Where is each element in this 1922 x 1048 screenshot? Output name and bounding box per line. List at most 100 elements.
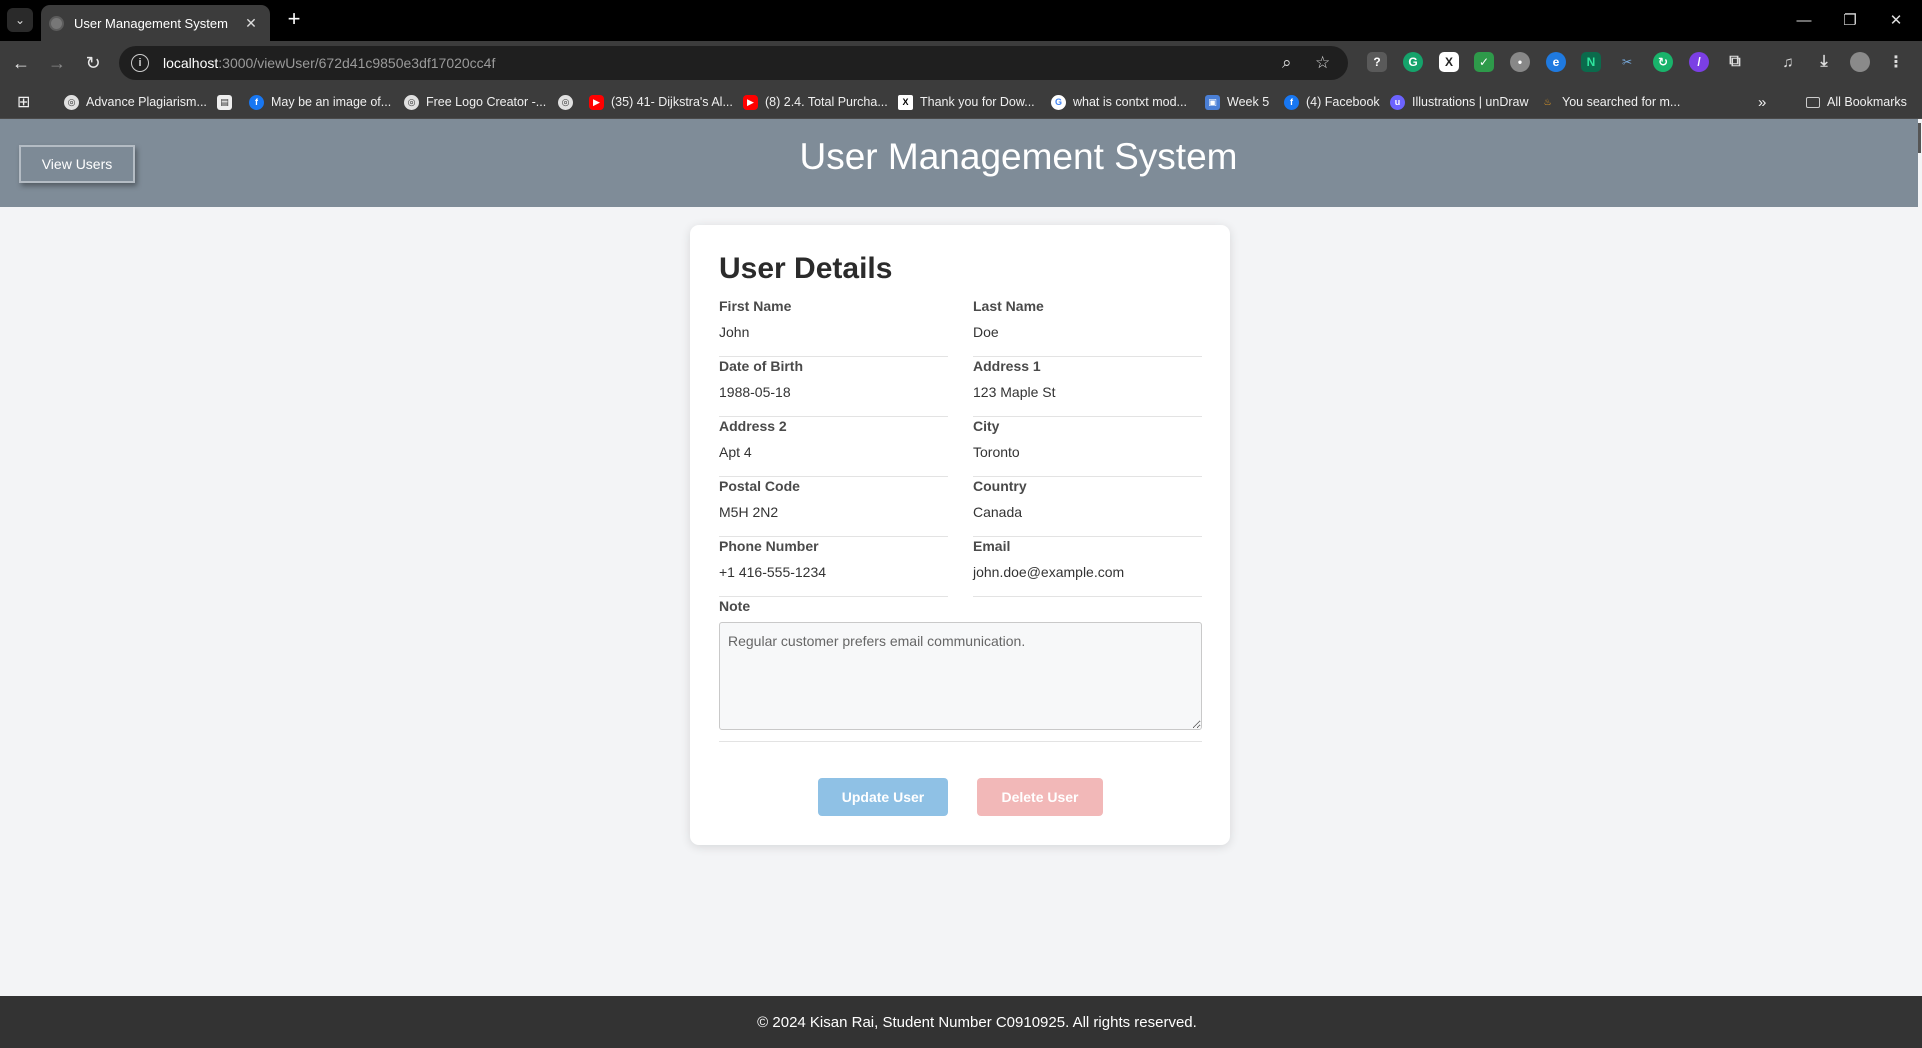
bookmarks-bar: ⊞ ◎ Advance Plagiarism... ▤ f May be an im… — [0, 85, 1922, 119]
field-address-1: Address 1 123 Maple St — [973, 358, 1202, 417]
bookmark-label: Free Logo Creator -... — [426, 95, 547, 109]
bookmark-label: Illustrations | unDraw — [1412, 95, 1529, 109]
download-icon[interactable]: ⤓ — [1814, 52, 1834, 72]
minimize-icon[interactable]: — — [1784, 6, 1824, 34]
field-city: City Toronto — [973, 418, 1202, 477]
field-label: Email — [973, 538, 1011, 554]
field-label: Phone Number — [719, 538, 819, 554]
forward-icon[interactable]: → — [45, 51, 69, 75]
bookmark-item[interactable]: f (4) Facebook — [1284, 92, 1380, 112]
field-label: Country — [973, 478, 1027, 494]
bookmark-item[interactable]: ◎ Advance Plagiarism... — [64, 92, 207, 112]
extension-arrows-icon[interactable]: ✂ — [1617, 52, 1637, 72]
extension-purple-icon[interactable]: / — [1689, 52, 1709, 72]
field-date-of-birth: Date of Birth 1988-05-18 — [719, 358, 948, 417]
extension-circle-icon[interactable]: • — [1510, 52, 1530, 72]
bookmark-item[interactable]: ▶ (8) 2.4. Total Purcha... — [743, 92, 888, 112]
bookmark-label: (4) Facebook — [1306, 95, 1380, 109]
field-value: +1 416-555-1234 — [719, 564, 827, 580]
extension-help-icon[interactable]: ? — [1367, 52, 1387, 72]
note-label: Note — [719, 598, 751, 614]
field-email: Email john.doe@example.com — [973, 538, 1202, 597]
delete-user-button[interactable]: Delete User — [977, 778, 1103, 816]
divider — [719, 741, 1202, 742]
address-bar[interactable]: i localhost:3000/viewUser/672d41c9850e3d… — [119, 46, 1348, 80]
grammarly-icon[interactable]: G — [1403, 52, 1423, 72]
update-user-button[interactable]: Update User — [818, 778, 948, 816]
field-value: Doe — [973, 324, 999, 340]
bookmark-icon: ▤ — [217, 94, 232, 110]
field-postal-code: Postal Code M5H 2N2 — [719, 478, 948, 537]
browser-toolbar: ← → ↻ i localhost:3000/viewUser/672d41c9… — [0, 41, 1922, 85]
browser-menu-icon[interactable]: ⋮ — [1886, 52, 1906, 72]
extension-green-icon[interactable]: ↻ — [1653, 52, 1673, 72]
field-country: Country Canada — [973, 478, 1202, 537]
apps-grid-icon[interactable]: ⊞ — [17, 92, 30, 112]
extension-blue-icon[interactable]: e — [1546, 52, 1566, 72]
field-value: 123 Maple St — [973, 384, 1056, 400]
undraw-icon: u — [1390, 94, 1405, 110]
globe-icon: ◎ — [64, 94, 79, 110]
footer-text: © 2024 Kisan Rai, Student Number C091092… — [757, 1013, 1197, 1031]
facebook-icon: f — [1284, 94, 1299, 110]
field-value: Canada — [973, 504, 1023, 520]
facebook-icon: f — [249, 94, 264, 110]
note-textarea[interactable]: Regular customer prefers email communica… — [719, 622, 1202, 730]
field-value: M5H 2N2 — [719, 504, 779, 520]
active-tab[interactable]: User Management System ✕ — [41, 5, 270, 41]
tab-strip: ⌄ User Management System ✕ + — ❐ ✕ — [0, 0, 1922, 41]
shield-extension-icon[interactable]: ✓ — [1474, 52, 1494, 72]
bookmark-item[interactable]: ▣ Week 5 — [1205, 92, 1269, 112]
bookmark-label: what is contxt mod... — [1073, 95, 1187, 109]
more-bookmarks-icon[interactable]: » — [1758, 92, 1766, 112]
profile-avatar[interactable] — [1850, 52, 1870, 72]
bookmark-item[interactable]: Gwhat is contxt mod... — [1051, 92, 1187, 112]
new-tab-icon[interactable]: + — [281, 8, 307, 32]
bookmark-item[interactable]: ♨ You searched for m... — [1540, 92, 1680, 112]
bookmark-item[interactable]: ◎ — [558, 92, 580, 112]
restore-icon[interactable]: ❐ — [1830, 6, 1870, 34]
tab-search-icon[interactable]: ⌄ — [7, 8, 33, 32]
flame-icon: ♨ — [1543, 96, 1552, 107]
n-extension-icon[interactable]: N — [1581, 52, 1601, 72]
url-text[interactable]: localhost:3000/viewUser/672d41c9850e3df1… — [163, 55, 495, 71]
bookmark-item[interactable]: ▶ (35) 41- Dijkstra's Al... — [589, 92, 733, 112]
all-bookmarks-folder[interactable]: All Bookmarks — [1806, 92, 1907, 112]
field-value: John — [719, 324, 750, 340]
bookmark-star-icon[interactable]: ☆ — [1315, 53, 1330, 73]
bookmark-item[interactable]: u Illustrations | unDraw — [1390, 92, 1529, 112]
media-control-icon[interactable]: ♫ — [1778, 52, 1798, 72]
extensions-puzzle-icon[interactable]: ⧉ — [1725, 52, 1745, 72]
field-value: 1988-05-18 — [719, 384, 791, 400]
site-info-icon[interactable]: i — [131, 54, 149, 72]
x-icon: X — [898, 94, 913, 110]
x-extension-icon[interactable]: X — [1439, 52, 1459, 72]
field-label: City — [973, 418, 1000, 434]
tab-favicon-icon — [49, 15, 64, 31]
field-label: Address 1 — [973, 358, 1041, 374]
bookmark-item[interactable]: X Thank you for Dow... — [898, 92, 1035, 112]
globe-icon: ◎ — [558, 94, 573, 110]
field-label: Last Name — [973, 298, 1044, 314]
bookmark-item[interactable]: ◎ Free Logo Creator -... — [404, 92, 546, 112]
tab-close-icon[interactable]: ✕ — [242, 15, 260, 32]
field-value: john.doe@example.com — [973, 564, 1125, 580]
reload-icon[interactable]: ↻ — [81, 51, 105, 75]
classroom-icon: ▣ — [1205, 94, 1220, 110]
bookmark-label: May be an image of... — [271, 95, 392, 109]
scrollbar-thumb[interactable] — [1918, 123, 1921, 153]
window-close-icon[interactable]: ✕ — [1876, 6, 1916, 34]
page-footer: © 2024 Kisan Rai, Student Number C091092… — [0, 996, 1922, 1048]
field-label: Date of Birth — [719, 358, 803, 374]
zoom-icon[interactable]: ⌕ — [1282, 53, 1292, 73]
page-title: User Management System — [799, 136, 1238, 177]
back-icon[interactable]: ← — [9, 51, 33, 75]
bookmark-item[interactable]: f May be an image of... — [249, 92, 391, 112]
field-last-name: Last Name Doe — [973, 298, 1202, 357]
tab-title: User Management System — [74, 15, 228, 31]
bookmark-item[interactable]: ▤ — [217, 92, 239, 112]
user-details-card: User Details First Name John Last Name D… — [690, 225, 1230, 845]
youtube-icon: ▶ — [743, 94, 758, 110]
scrollbar[interactable] — [1918, 119, 1922, 996]
bookmark-label: You searched for m... — [1562, 95, 1681, 109]
